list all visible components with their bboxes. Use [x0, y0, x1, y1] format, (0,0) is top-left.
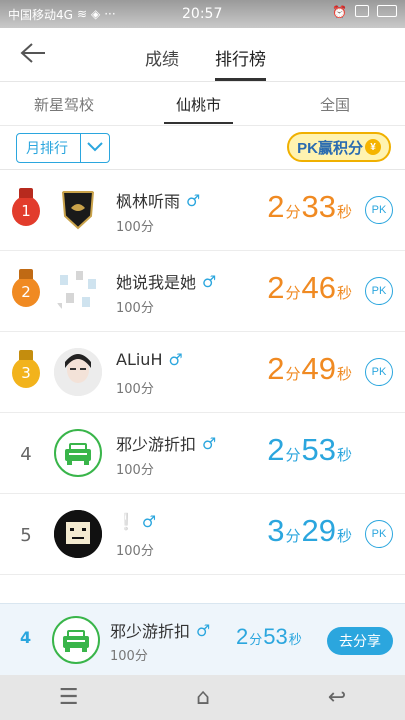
- pk-win-points-banner[interactable]: PK赢积分 ¥: [287, 132, 391, 162]
- back-icon[interactable]: ↩: [328, 685, 346, 710]
- user-score: 100分: [116, 382, 154, 397]
- medal-2: 2: [12, 269, 40, 307]
- my-rank-bar: 4 邪少游折扣 ♂ 100分 2 分 53 秒 去分享: [0, 603, 405, 675]
- exam-time: 2 分 33 秒: [267, 189, 352, 224]
- list-item[interactable]: 1 枫林听雨 ♂ 100分 2 分 33 秒 PK: [0, 170, 405, 251]
- rank-medal-icon: 2: [10, 269, 42, 309]
- user-name: ALiuH ♂: [116, 350, 183, 369]
- period-dropdown[interactable]: 月排行: [16, 133, 110, 163]
- rank-medal-icon: 1: [10, 188, 42, 228]
- pk-button[interactable]: PK: [365, 196, 393, 224]
- medal-3: 3: [12, 350, 40, 388]
- pk-button[interactable]: PK: [365, 520, 393, 548]
- status-bar: 中国移动4G ≋ ◈ ··· 20:57 ⏰: [0, 0, 405, 28]
- male-icon: ♂: [196, 620, 211, 640]
- user-score: 100分: [116, 220, 154, 235]
- home-icon[interactable]: ⌂: [196, 685, 210, 710]
- user-name: 邪少游折扣 ♂: [116, 431, 216, 455]
- medal-1: 1: [12, 188, 40, 226]
- carrier-label: 中国移动4G: [8, 7, 73, 22]
- leaderboard-list: 1 枫林听雨 ♂ 100分 2 分 33 秒 PK 2 她说我是她 ♂ 100分 2分…: [0, 170, 405, 575]
- coin-icon: ¥: [365, 139, 381, 155]
- user-name: 她说我是她 ♂: [116, 269, 216, 293]
- more-icon: ···: [104, 7, 116, 21]
- user-score: 100分: [116, 544, 154, 559]
- share-button[interactable]: 去分享: [327, 627, 393, 655]
- exam-time: 2 分 49 秒: [267, 351, 352, 386]
- user-name-text: ALiuH: [116, 350, 163, 369]
- my-exam-time: 2 分 53 秒: [236, 624, 302, 649]
- subtab-underline: [164, 122, 234, 124]
- male-icon: ♂: [202, 271, 217, 291]
- exam-time: 3 分 29 秒: [267, 513, 352, 548]
- tab-leaderboard-label: 排行榜: [215, 50, 266, 70]
- pk-banner-text: PK赢积分: [297, 139, 363, 157]
- battery-icon: [377, 5, 397, 17]
- back-arrow-icon[interactable]: [20, 42, 50, 68]
- menu-icon[interactable]: ☰: [59, 685, 79, 710]
- filter-bar: 月排行 PK赢积分 ¥: [0, 126, 405, 170]
- region-tabs: 新星驾校 仙桃市 全国: [0, 82, 405, 126]
- user-name-text: 枫林听雨: [116, 192, 181, 211]
- system-navigation-bar: ☰ ⌂ ↩: [0, 675, 405, 720]
- top-navigation-bar: 成绩 排行榜: [0, 28, 405, 82]
- list-item[interactable]: 3 ALiuH ♂ 100分 2 分 49 秒 PK: [0, 332, 405, 413]
- subtab-city-label: 仙桃市: [176, 96, 222, 114]
- exam-time: 2 分 53 秒: [267, 432, 352, 467]
- user-name: ❕ ♂: [116, 512, 156, 531]
- user-name-text: 邪少游折扣: [116, 435, 197, 454]
- rank-number: 4: [20, 443, 32, 465]
- my-avatar[interactable]: [52, 616, 100, 664]
- period-dropdown-label: 月排行: [17, 134, 81, 162]
- my-score: 100分: [110, 649, 148, 664]
- male-icon: ♂: [168, 350, 183, 369]
- chevron-down-icon: [81, 141, 109, 156]
- my-user-name: 邪少游折扣 ♂: [110, 618, 210, 642]
- pk-button[interactable]: PK: [365, 358, 393, 386]
- avatar[interactable]: [54, 510, 102, 558]
- my-user-name-text: 邪少游折扣: [110, 622, 191, 641]
- male-icon: ♂: [141, 512, 157, 531]
- clock: 20:57: [182, 6, 223, 22]
- list-item[interactable]: 5 ❕ ♂ 100分 3 分 29 秒 PK: [0, 494, 405, 575]
- my-rank-number: 4: [20, 628, 32, 647]
- avatar[interactable]: [54, 429, 102, 477]
- rank-medal-icon: 3: [10, 350, 42, 390]
- user-name-text: 她说我是她: [116, 273, 197, 292]
- avatar[interactable]: [54, 267, 102, 315]
- subtab-city[interactable]: 仙桃市: [164, 94, 234, 124]
- rank-number: 5: [20, 524, 32, 546]
- tab-leaderboard[interactable]: 排行榜: [215, 45, 266, 81]
- user-score: 100分: [116, 463, 154, 478]
- avatar[interactable]: [54, 348, 102, 396]
- alarm-icon: ⏰: [332, 5, 347, 19]
- pk-button[interactable]: PK: [365, 277, 393, 305]
- list-item[interactable]: 4 邪少游折扣 ♂ 100分 2 分 53 秒: [0, 413, 405, 494]
- user-name: 枫林听雨 ♂: [116, 188, 200, 212]
- exam-time: 2 分 46 秒: [267, 270, 352, 305]
- avatar[interactable]: [54, 186, 102, 234]
- user-score: 100分: [116, 301, 154, 316]
- subtab-school[interactable]: 新星驾校: [34, 94, 94, 115]
- subtab-national[interactable]: 全国: [320, 94, 350, 115]
- male-icon: ♂: [202, 433, 217, 453]
- sim-icon: [355, 5, 369, 17]
- tab-underline: [215, 78, 266, 81]
- tab-scores[interactable]: 成绩: [145, 45, 179, 70]
- list-item[interactable]: 2 她说我是她 ♂ 100分 2 分 46 秒 PK: [0, 251, 405, 332]
- wifi-icon: ≋: [76, 7, 87, 21]
- male-icon: ♂: [186, 190, 201, 210]
- user-name-text: ❕: [116, 512, 136, 531]
- shield-icon: ◈: [91, 7, 101, 21]
